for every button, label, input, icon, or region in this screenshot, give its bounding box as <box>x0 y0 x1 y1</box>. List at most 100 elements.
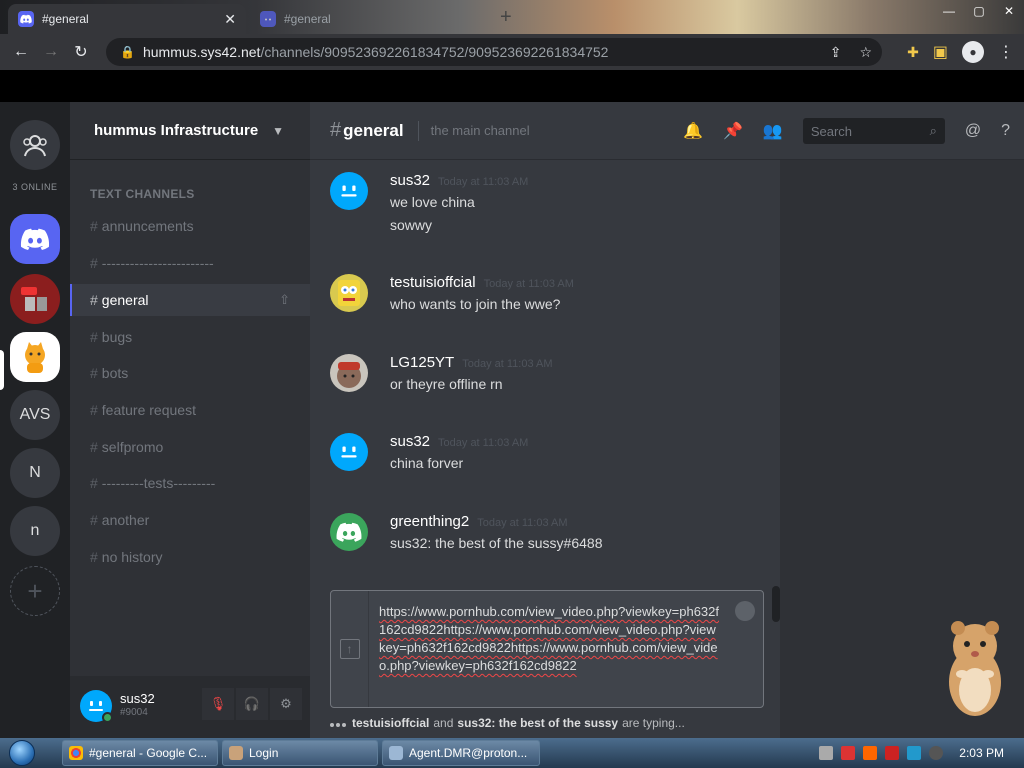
emoji-icon[interactable] <box>735 601 755 621</box>
friends-icon[interactable] <box>10 120 60 170</box>
add-server-icon[interactable]: + <box>10 566 60 616</box>
browser-tab-active[interactable]: #general ✕ <box>8 4 246 34</box>
guild-n-lower[interactable]: n <box>10 506 60 556</box>
profile-avatar-icon[interactable]: ● <box>962 41 984 63</box>
tray-flag-icon[interactable] <box>885 746 900 760</box>
channel-tests-divider[interactable]: # ---------tests--------- <box>70 467 310 499</box>
search-input[interactable]: Search ⌕ <box>802 118 945 144</box>
bookmark-star-icon[interactable]: ☆ <box>859 44 872 61</box>
member-list-icon[interactable]: 👥 <box>763 121 783 141</box>
url-path: /channels/909523692261834752/90952369226… <box>260 44 609 60</box>
taskbar-label: #general - Google C... <box>89 746 208 760</box>
hash-icon: # <box>90 365 98 381</box>
invite-icon[interactable]: ⇧ <box>279 292 290 308</box>
channel-no-history[interactable]: # no history <box>70 541 310 573</box>
os-taskbar: #general - Google C... Login Agent.DMR@p… <box>0 738 1024 768</box>
message-text: who wants to join the wwe? <box>390 296 561 312</box>
window-controls: — ▢ ✕ <box>934 0 1024 22</box>
forward-icon[interactable]: → <box>36 34 66 70</box>
back-icon[interactable]: ← <box>6 34 36 70</box>
channel-bots[interactable]: # bots <box>70 357 310 389</box>
channel-feature-request[interactable]: # feature request <box>70 394 310 426</box>
scrollbar[interactable] <box>772 586 780 622</box>
avatar[interactable] <box>330 354 368 392</box>
channel-label: annuncements <box>101 218 194 234</box>
channel-label: another <box>101 512 150 528</box>
channel-divider[interactable]: # ------------------------ <box>70 247 310 279</box>
channel-annuncements[interactable]: # annuncements <box>70 210 310 242</box>
headphones-icon[interactable]: 🎧 <box>236 688 268 720</box>
channel-label: no history <box>101 549 163 565</box>
typing-suffix: are typing... <box>622 716 685 730</box>
hash-icon: # <box>90 439 98 455</box>
maximize-icon[interactable]: ▢ <box>964 0 994 22</box>
discord-server-icon[interactable] <box>10 214 60 264</box>
message-composer[interactable]: ↑ https://www.pornhub.com/view_video.php… <box>330 590 764 708</box>
mention-icon[interactable]: @ <box>965 122 981 140</box>
online-status-dot <box>102 712 113 723</box>
tray-volume-icon[interactable] <box>929 746 944 760</box>
settings-gear-icon[interactable]: ⚙ <box>270 688 302 720</box>
sidepanel-icon[interactable]: ▣ <box>933 42 948 62</box>
hash-icon: # <box>90 329 98 345</box>
hash-icon: # <box>90 255 98 271</box>
browser-tab-inactive[interactable]: #general <box>250 4 490 34</box>
server-name-header[interactable]: hummus Infrastructure ▼ <box>70 102 310 160</box>
message-author[interactable]: sus32 <box>390 433 430 450</box>
browser-menu-icon[interactable]: ⋮ <box>998 42 1014 62</box>
tab-close-icon[interactable]: ✕ <box>224 11 236 28</box>
tray-display-icon[interactable] <box>907 746 922 760</box>
message-author[interactable]: sus32 <box>390 172 430 189</box>
message-text: or theyre offline rn <box>390 376 503 392</box>
upload-button[interactable]: ↑ <box>331 591 369 707</box>
reload-icon[interactable]: ↻ <box>66 34 96 70</box>
discord-favicon-icon <box>18 11 34 27</box>
window-app-icon <box>389 746 403 760</box>
avatar[interactable] <box>330 274 368 312</box>
channel-another[interactable]: # another <box>70 504 310 536</box>
address-bar[interactable]: 🔒 hummus.sys42.net/channels/909523692261… <box>106 38 882 66</box>
tray-search-icon[interactable] <box>863 746 878 760</box>
clock[interactable]: 2:03 PM <box>959 746 1004 760</box>
channel-label: selfpromo <box>101 439 164 455</box>
message-timestamp: Today at 11:03 AM <box>477 517 568 529</box>
minimize-icon[interactable]: — <box>934 0 964 22</box>
taskbar-chrome[interactable]: #general - Google C... <box>62 740 218 766</box>
avatar[interactable] <box>330 513 368 551</box>
channel-general[interactable]: # general ⇧ <box>70 284 310 316</box>
window-close-icon[interactable]: ✕ <box>994 0 1024 22</box>
share-icon[interactable]: ⇪ <box>830 44 842 61</box>
selected-guild-pill <box>0 350 4 390</box>
search-icon: ⌕ <box>929 123 937 138</box>
channel-bugs[interactable]: # bugs <box>70 321 310 353</box>
avatar[interactable] <box>330 433 368 471</box>
guild-avs[interactable]: AVS <box>10 390 60 440</box>
typing-dots-icon <box>330 716 348 730</box>
extension-puzzle-icon[interactable]: ✚ <box>907 44 919 61</box>
channel-selfpromo[interactable]: # selfpromo <box>70 431 310 463</box>
channel-label: bots <box>101 365 129 381</box>
message-author[interactable]: greenthing2 <box>390 513 469 530</box>
guild-n-upper[interactable]: N <box>10 448 60 498</box>
tray-antivirus-icon[interactable] <box>841 746 856 760</box>
youtube-server-icon[interactable] <box>10 274 60 324</box>
message-list: sus32 Today at 11:03 AM we love china sow… <box>310 160 780 622</box>
help-icon[interactable]: ? <box>1001 122 1010 140</box>
taskbar-agent[interactable]: Agent.DMR@proton... <box>382 740 540 766</box>
new-tab-icon[interactable]: + <box>500 6 512 29</box>
mute-mic-icon[interactable]: 🎙 <box>202 688 234 720</box>
tray-network-icon[interactable] <box>819 746 834 760</box>
pin-icon[interactable]: 📌 <box>723 121 743 141</box>
avatar[interactable] <box>330 172 368 210</box>
bell-icon[interactable]: 🔔 <box>683 121 703 141</box>
message-author[interactable]: LG125YT <box>390 354 454 371</box>
hash-icon: # <box>90 549 98 565</box>
message-author[interactable]: testuisioffcial <box>390 274 476 291</box>
message-input[interactable]: https://www.pornhub.com/view_video.php?v… <box>379 603 719 675</box>
start-button[interactable] <box>0 738 44 768</box>
guild-sidebar: 3 ONLINE AVS N n + <box>0 102 70 738</box>
taskbar-login[interactable]: Login <box>222 740 378 766</box>
cat-server-icon[interactable] <box>10 332 60 382</box>
online-count: 3 ONLINE <box>12 182 58 192</box>
hash-icon: # <box>90 402 98 418</box>
